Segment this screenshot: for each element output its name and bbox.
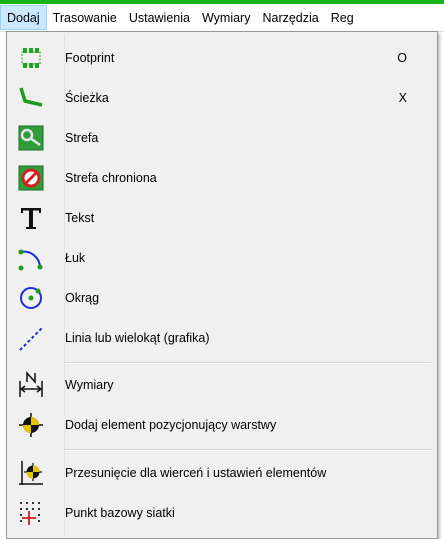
line-icon <box>16 323 46 353</box>
arc-icon <box>16 243 46 273</box>
menu-item-dimension[interactable]: Wymiary <box>9 366 435 404</box>
menu-item-label: Wymiary <box>65 378 114 392</box>
menu-trasowanie[interactable]: Trasowanie <box>47 5 123 30</box>
menu-item-label: Ścieżka <box>65 91 109 105</box>
dodaj-dropdown-menu: Footprint O Ścieżka X Strefa Strefa chro… <box>6 31 438 539</box>
menu-item-grid-origin[interactable]: Punkt bazowy siatki <box>9 494 435 532</box>
text-icon <box>16 203 46 233</box>
layer-alignment-target-icon <box>16 410 46 440</box>
menu-item-text[interactable]: Tekst <box>9 199 435 237</box>
menu-item-drill-origin[interactable]: Przesunięcie dla wierceń i ustawień elem… <box>9 454 435 492</box>
menu-item-circle[interactable]: Okrąg <box>9 279 435 317</box>
dimension-icon <box>16 370 46 400</box>
drill-origin-icon <box>16 458 46 488</box>
menu-item-footprint[interactable]: Footprint O <box>9 39 435 77</box>
menu-item-label: Tekst <box>65 211 95 225</box>
menu-wymiary[interactable]: Wymiary <box>196 5 257 30</box>
menu-item-label: Strefa <box>65 131 99 145</box>
menu-item-label: Strefa chroniona <box>65 171 157 185</box>
menu-item-keepout-zone[interactable]: Strefa chroniona <box>9 159 435 197</box>
menu-item-line[interactable]: Linia lub wielokąt (grafika) <box>9 319 435 357</box>
circle-icon <box>16 283 46 313</box>
track-icon <box>16 83 46 113</box>
menu-item-track[interactable]: Ścieżka X <box>9 79 435 117</box>
menu-dodaj[interactable]: Dodaj <box>0 5 47 30</box>
menu-item-label: Okrąg <box>65 291 100 305</box>
menu-item-label: Linia lub wielokąt (grafika) <box>65 331 210 345</box>
menu-ustawienia[interactable]: Ustawienia <box>123 5 196 30</box>
menu-bar: Dodaj Trasowanie Ustawienia Wymiary Narz… <box>0 4 444 32</box>
menu-separator <box>65 449 431 451</box>
menu-item-shortcut: X <box>398 91 407 105</box>
zone-icon <box>16 123 46 153</box>
menu-item-zone[interactable]: Strefa <box>9 119 435 157</box>
menu-narzedzia[interactable]: Narzędzia <box>256 5 324 30</box>
menu-item-label: Dodaj element pozycjonujący warstwy <box>65 418 277 432</box>
menu-item-arc[interactable]: Łuk <box>9 239 435 277</box>
grid-origin-icon <box>16 498 46 528</box>
menu-item-label: Footprint <box>65 51 115 65</box>
menu-item-layer-alignment-target[interactable]: Dodaj element pozycjonujący warstwy <box>9 406 435 444</box>
menu-separator <box>65 362 431 364</box>
menu-item-shortcut: O <box>397 51 407 65</box>
menu-item-label: Łuk <box>65 251 86 265</box>
menu-reg[interactable]: Reg <box>325 5 360 30</box>
keepout-zone-icon <box>16 163 46 193</box>
footprint-icon <box>16 43 46 73</box>
menu-item-label: Punkt bazowy siatki <box>65 506 175 520</box>
menu-item-label: Przesunięcie dla wierceń i ustawień elem… <box>65 466 327 480</box>
